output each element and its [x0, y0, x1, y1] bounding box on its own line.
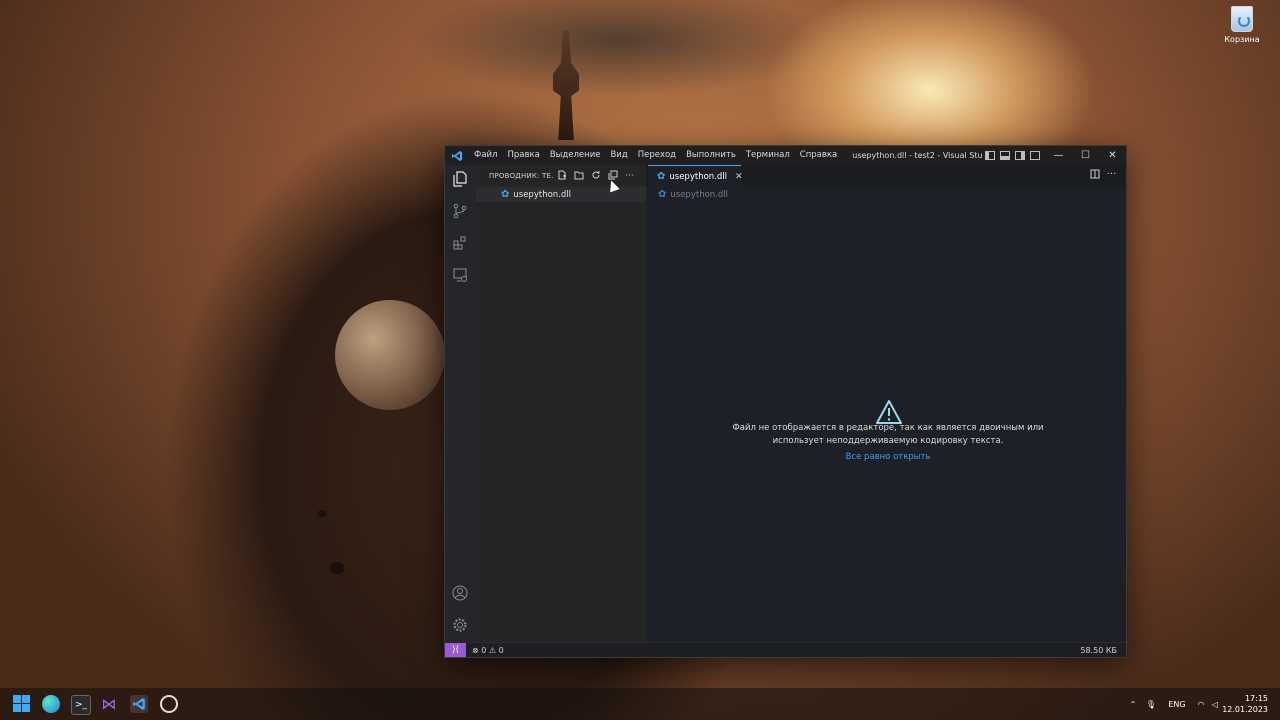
- remote-explorer-icon[interactable]: [451, 267, 469, 285]
- breadcrumb[interactable]: ✿ usepython.dll: [658, 189, 728, 200]
- menu-terminal[interactable]: Терминал: [741, 146, 795, 165]
- vscode-logo-icon: [451, 150, 463, 162]
- close-tab-icon[interactable]: ✕: [735, 172, 743, 182]
- customize-layout-icon[interactable]: [1029, 151, 1040, 160]
- explorer-title: ПРОВОДНИК: TE...: [489, 172, 553, 180]
- menu-file[interactable]: Файл: [469, 146, 502, 165]
- taskbar: >_ ⋈ ⌃ 🎙 ENG ◠ ◁ 17:15 12.01.2023: [0, 688, 1280, 720]
- vscode-window: Файл Правка Выделение Вид Переход Выполн…: [444, 145, 1127, 658]
- problems-indicator[interactable]: ⊗ 0 ⚠ 0: [472, 646, 504, 655]
- tab-bar: ✿ usepython.dll ✕ ···: [646, 165, 1126, 187]
- close-button[interactable]: ✕: [1099, 146, 1126, 165]
- editor-area: ✿ usepython.dll ✕ ··· ✿ usepython.dll Фа…: [646, 165, 1126, 642]
- toggle-sidebar-icon[interactable]: [984, 151, 995, 160]
- split-editor-icon[interactable]: [1086, 169, 1103, 182]
- menu-run[interactable]: Выполнить: [681, 146, 741, 165]
- windows-logo-icon: [13, 695, 30, 712]
- minimize-button[interactable]: —: [1045, 146, 1072, 165]
- layout-controls: [984, 151, 1045, 160]
- obs-icon[interactable]: [160, 695, 178, 713]
- menu-help[interactable]: Справка: [795, 146, 842, 165]
- background-stone: [318, 510, 326, 517]
- system-tray: ⌃ 🎙 ENG ◠ ◁: [1124, 688, 1222, 720]
- menu-edit[interactable]: Правка: [502, 146, 544, 165]
- open-anyway-link[interactable]: Все равно открыть: [788, 452, 988, 462]
- breadcrumb-label: usepython.dll: [670, 189, 728, 200]
- new-folder-icon[interactable]: [570, 170, 587, 183]
- clock[interactable]: 17:15 12.01.2023: [1222, 693, 1268, 715]
- recycle-bin-icon: [1231, 6, 1253, 32]
- maximize-button[interactable]: ☐: [1072, 146, 1099, 165]
- toggle-secondary-sidebar-icon[interactable]: [1014, 151, 1025, 160]
- background-dome: [335, 300, 445, 410]
- file-gear-icon: ✿: [501, 189, 510, 200]
- explorer-header: ПРОВОДНИК: TE... ···: [476, 165, 646, 187]
- clock-time: 17:15: [1244, 694, 1268, 703]
- vscode-taskbar-icon[interactable]: [130, 695, 148, 713]
- start-button[interactable]: [13, 695, 31, 713]
- background-stone: [330, 562, 344, 574]
- source-control-icon[interactable]: [451, 203, 469, 221]
- terminal-icon[interactable]: >_: [71, 695, 91, 715]
- menu-view[interactable]: Вид: [605, 146, 632, 165]
- binary-file-message: Файл не отображается в редакторе, так ка…: [716, 422, 1060, 448]
- language-indicator[interactable]: ENG: [1160, 700, 1194, 709]
- breadcrumb-gear-icon: ✿: [658, 189, 667, 200]
- file-tree-item-label: usepython.dll: [513, 189, 571, 200]
- message-line-2: использует неподдерживаемую кодировку те…: [772, 436, 1004, 446]
- wifi-icon[interactable]: ◠: [1194, 700, 1208, 709]
- extensions-icon[interactable]: [451, 235, 469, 253]
- file-size: 58.50 КБ: [1080, 645, 1117, 655]
- file-tree-item[interactable]: ✿ usepython.dll: [476, 187, 646, 202]
- toggle-panel-icon[interactable]: [999, 151, 1010, 160]
- tab-gear-icon: ✿: [657, 171, 666, 182]
- chevron-up-icon[interactable]: ⌃: [1124, 700, 1142, 709]
- menu-selection[interactable]: Выделение: [545, 146, 606, 165]
- activity-bar: [445, 165, 476, 642]
- message-line-1: Файл не отображается в редакторе, так ка…: [732, 423, 1044, 433]
- editor-more-icon[interactable]: ···: [1103, 169, 1120, 182]
- refresh-icon[interactable]: [587, 170, 604, 183]
- menu-go[interactable]: Переход: [633, 146, 681, 165]
- recycle-bin-label: Корзина: [1224, 35, 1260, 44]
- new-file-icon[interactable]: [553, 170, 570, 183]
- status-bar: ⟩⟨ ⊗ 0 ⚠ 0 58.50 КБ: [445, 642, 1126, 657]
- recycle-bin[interactable]: Корзина: [1220, 6, 1264, 44]
- background-tower: [553, 30, 579, 140]
- explorer-icon[interactable]: [451, 171, 469, 189]
- remote-indicator-icon[interactable]: ⟩⟨: [445, 642, 466, 657]
- tab-label: usepython.dll: [669, 171, 727, 182]
- settings-gear-icon[interactable]: [451, 617, 469, 635]
- edge-icon[interactable]: [42, 695, 60, 713]
- explorer-sidebar: ПРОВОДНИК: TE... ··· ✿ usepython.dll: [476, 165, 646, 642]
- clock-date: 12.01.2023: [1222, 705, 1268, 714]
- window-title: usepython.dll - test2 - Visual Studio Co…: [852, 151, 982, 160]
- tab-usepython[interactable]: ✿ usepython.dll ✕: [648, 165, 743, 187]
- title-bar: Файл Правка Выделение Вид Переход Выполн…: [445, 146, 1126, 165]
- account-icon[interactable]: [451, 585, 469, 603]
- editor-actions: ···: [1086, 169, 1120, 182]
- more-icon[interactable]: ···: [621, 171, 638, 181]
- volume-icon[interactable]: ◁: [1208, 700, 1222, 709]
- visual-studio-icon[interactable]: ⋈: [100, 695, 118, 713]
- microphone-icon[interactable]: 🎙: [1142, 700, 1160, 709]
